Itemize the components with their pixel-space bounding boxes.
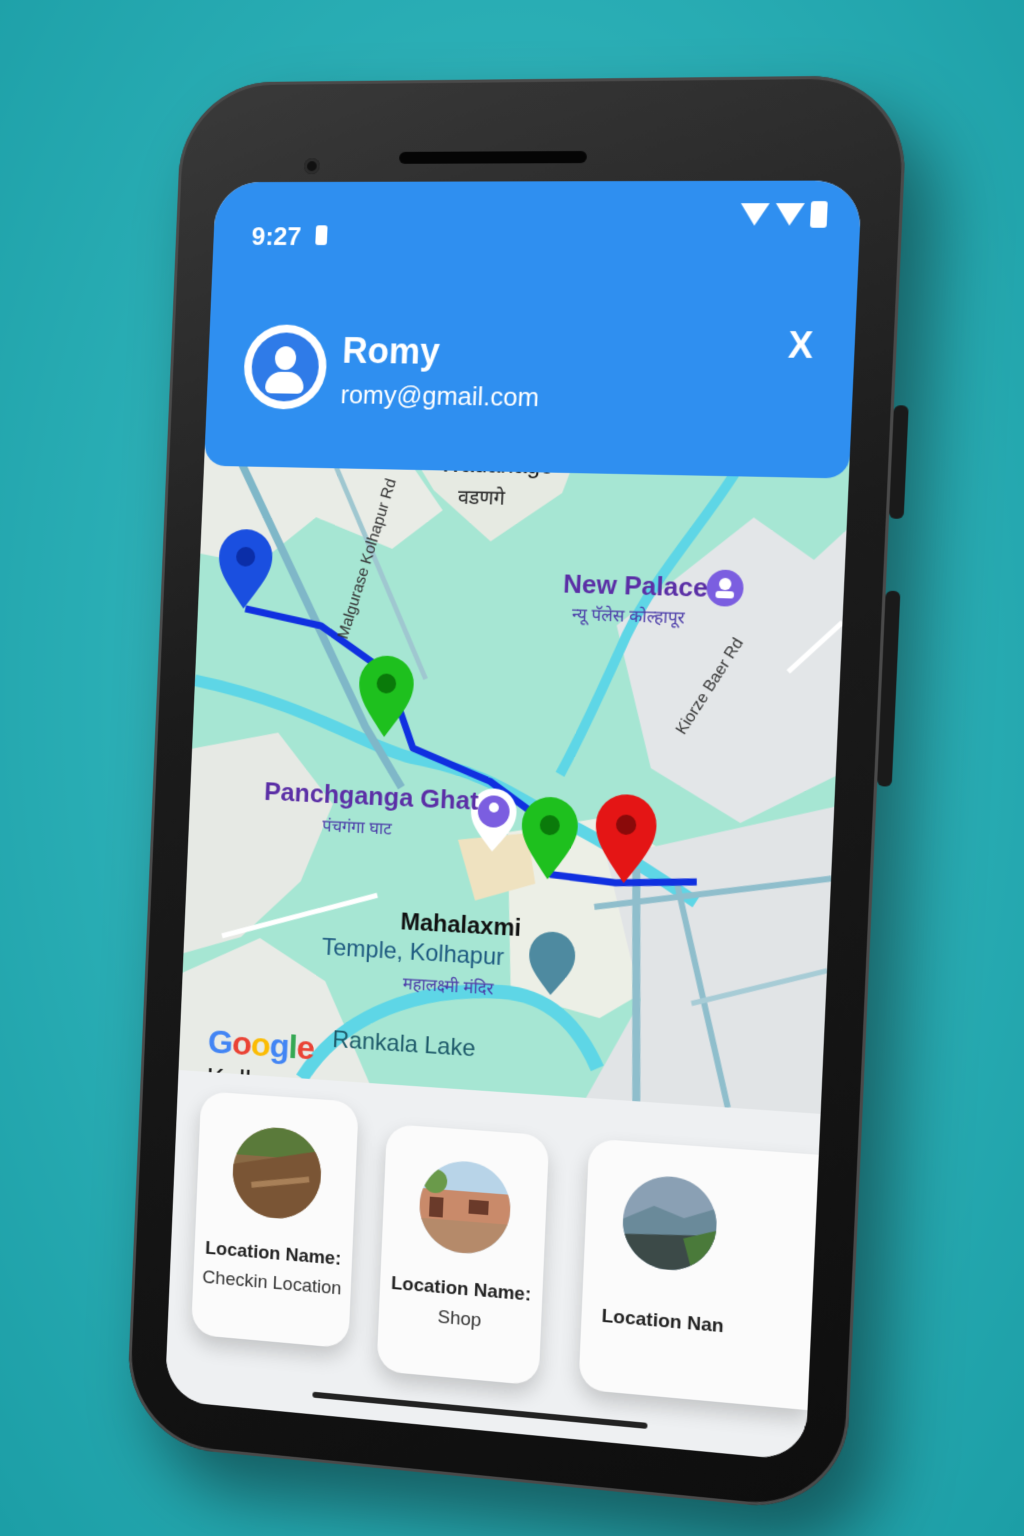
location-card-title: Location Name: [380, 1272, 543, 1308]
status-icons [740, 201, 828, 228]
signal-icon [775, 203, 805, 226]
location-card-name: Checkin Location [193, 1266, 351, 1301]
map-canvas [179, 427, 851, 1114]
earpiece-speaker [399, 151, 587, 164]
power-button[interactable] [877, 591, 900, 787]
location-card[interactable]: Location Name: Shop [376, 1124, 549, 1386]
map-label-new-palace: New Palace [563, 568, 709, 603]
location-card-title: Location Nan [581, 1304, 811, 1346]
map-label-panchganga-local: पंचगंगा घाट [322, 813, 392, 839]
phone-frame: 9:27 Romy romy@gmail.com X वडणगे Malgura… [125, 75, 908, 1514]
map-label-new-palace-local: न्यू पॅलेस कोल्हापूर [571, 602, 685, 629]
wifi-icon [740, 203, 770, 225]
close-button[interactable]: X [787, 324, 814, 367]
location-card[interactable]: Location Nan [578, 1138, 818, 1410]
person-icon [250, 332, 320, 402]
profile-header: 9:27 Romy romy@gmail.com X [204, 180, 862, 478]
user-email: romy@gmail.com [340, 379, 540, 413]
map-label-wadanage-local: वडणगे [457, 483, 505, 511]
location-card[interactable]: Location Name: Checkin Location [191, 1091, 359, 1348]
hills-photo [621, 1173, 718, 1273]
user-name: Romy [342, 330, 441, 373]
route-map[interactable]: Wadanage वडणगे Malgurase Kolhapur Rd New… [179, 427, 851, 1114]
location-carousel[interactable]: Location Name: Checkin Location Location… [165, 1070, 821, 1461]
status-time: 9:27 [251, 221, 302, 252]
battery-icon [810, 201, 828, 228]
location-card-title: Location Name: [194, 1237, 352, 1272]
shop-photo [418, 1158, 512, 1257]
avatar[interactable] [242, 324, 328, 410]
location-card-name: Shop [378, 1302, 541, 1338]
volume-button[interactable] [889, 405, 909, 519]
battery-saver-icon [315, 225, 327, 245]
start-marker-icon[interactable] [217, 529, 274, 610]
google-logo: Google [207, 1023, 314, 1068]
front-camera [304, 158, 320, 174]
screen: 9:27 Romy romy@gmail.com X वडणगे Malgura… [165, 180, 862, 1461]
dirt-road-photo [231, 1125, 323, 1222]
